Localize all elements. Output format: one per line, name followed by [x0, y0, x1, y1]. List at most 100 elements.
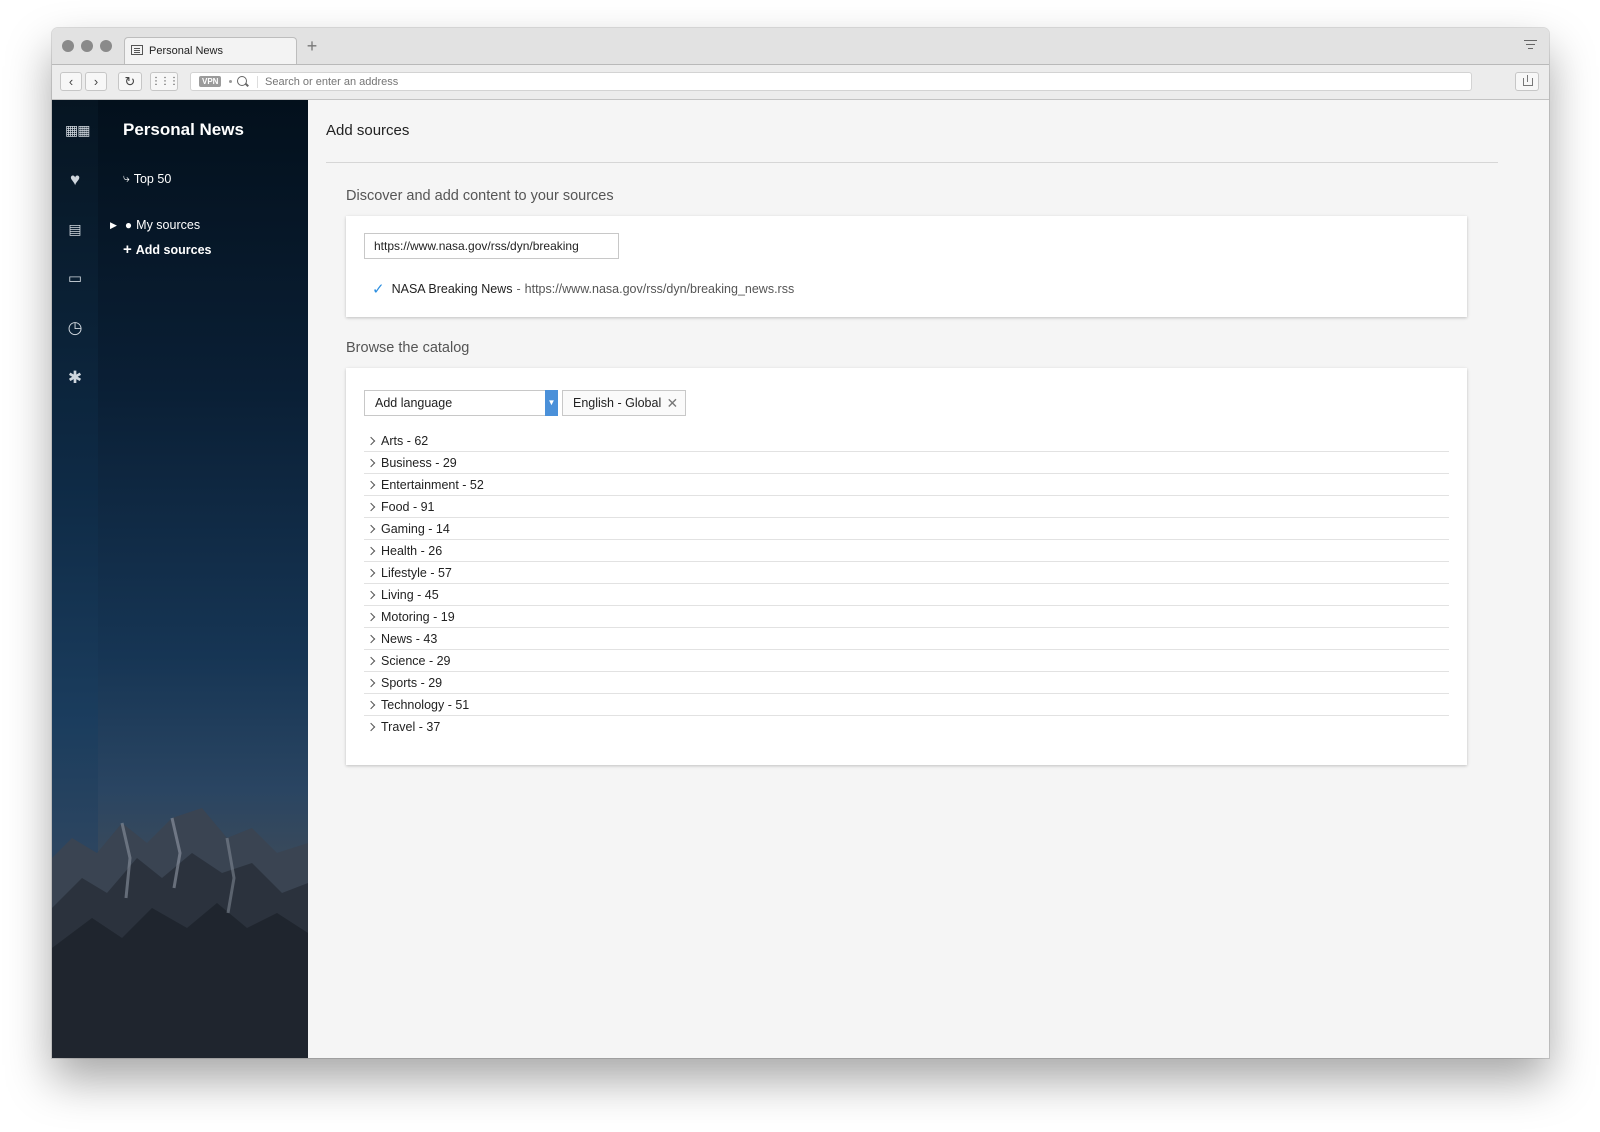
url-field[interactable]: VPN: [190, 72, 1472, 91]
zoom-window-button[interactable]: [100, 40, 112, 52]
history-icon[interactable]: ◷: [65, 318, 85, 338]
category-row[interactable]: Travel - 37: [364, 716, 1449, 738]
mountain-background: [52, 808, 308, 1058]
category-label: Technology - 51: [381, 697, 470, 712]
vpn-status-dot: [229, 80, 232, 83]
share-button[interactable]: [1515, 72, 1539, 91]
speed-dial-icon[interactable]: ▦▦: [65, 120, 90, 140]
grid-icon: ⋮⋮⋮: [151, 76, 179, 87]
sidebar-item-label: Add sources: [135, 242, 212, 257]
category-label: News - 43: [381, 631, 438, 646]
minimize-window-button[interactable]: [81, 40, 93, 52]
category-label: Health - 26: [381, 543, 443, 558]
devices-icon[interactable]: ▭: [65, 269, 85, 289]
forward-button[interactable]: ›: [85, 72, 107, 91]
discover-card: ✓ NASA Breaking News - https://www.nasa.…: [346, 216, 1467, 317]
sidebar-item-my-sources[interactable]: ▶ ● My sources: [110, 218, 200, 232]
chevron-down-icon[interactable]: ▼: [545, 390, 558, 416]
category-label: Gaming - 14: [381, 521, 450, 536]
category-label: Business - 29: [381, 455, 457, 470]
chevron-right-icon: [366, 568, 376, 577]
check-icon: ✓: [372, 281, 385, 298]
chevron-right-icon: [366, 524, 376, 533]
catalog-card: Add language ▼ English - Global ✕ Arts -…: [346, 368, 1467, 765]
address-input[interactable]: [265, 73, 1455, 90]
category-label: Living - 45: [381, 587, 439, 602]
feed-result-url: https://www.nasa.gov/rss/dyn/breaking_ne…: [524, 282, 795, 296]
heart-icon[interactable]: ♥: [65, 170, 85, 190]
caret-right-icon[interactable]: ▶: [110, 220, 117, 231]
back-button[interactable]: ‹: [60, 72, 82, 91]
category-row[interactable]: Business - 29: [364, 452, 1449, 474]
category-label: Food - 91: [381, 499, 435, 514]
chevron-right-icon: [366, 546, 376, 555]
sidebar-item-add-sources[interactable]: + Add sources: [123, 241, 211, 258]
category-row[interactable]: News - 43: [364, 628, 1449, 650]
language-chip-label: English - Global: [573, 396, 662, 410]
reload-button[interactable]: ↻: [118, 72, 142, 91]
category-row[interactable]: Technology - 51: [364, 694, 1449, 716]
category-label: Entertainment - 52: [381, 477, 484, 492]
sidebar-item-label: Top 50: [133, 171, 172, 186]
speed-dial-button[interactable]: ⋮⋮⋮: [150, 72, 179, 91]
tab-bar: Personal News +: [52, 28, 1549, 65]
category-label: Science - 29: [381, 653, 451, 668]
chevron-right-icon: [366, 634, 376, 643]
vpn-badge[interactable]: VPN: [199, 76, 222, 87]
category-row[interactable]: Motoring - 19: [364, 606, 1449, 628]
lightning-icon: ⤷: [123, 171, 130, 185]
sidebar-item-top-50[interactable]: ⤷ Top 50: [123, 171, 171, 186]
tab-personal-news[interactable]: Personal News: [124, 37, 297, 64]
page-title: Add sources: [326, 122, 410, 139]
sidebar-item-label: My sources: [136, 218, 201, 232]
chevron-right-icon: [366, 612, 376, 621]
chevron-right-icon: [366, 722, 376, 732]
reload-icon: ↻: [124, 74, 136, 89]
close-window-button[interactable]: [62, 40, 74, 52]
category-row[interactable]: Science - 29: [364, 650, 1449, 672]
category-label: Sports - 29: [381, 675, 443, 690]
sidebar-title: Personal News: [123, 120, 244, 139]
category-label: Motoring - 19: [381, 609, 455, 624]
extensions-icon[interactable]: ✱: [65, 368, 85, 388]
category-label: Lifestyle - 57: [381, 565, 452, 580]
chevron-right-icon: ›: [93, 74, 99, 89]
category-row[interactable]: Entertainment - 52: [364, 474, 1449, 496]
tab-menu-icon[interactable]: [1524, 40, 1537, 50]
chevron-right-icon: [366, 458, 376, 467]
category-row[interactable]: Sports - 29: [364, 672, 1449, 694]
category-label: Travel - 37: [381, 720, 441, 734]
main-content: Add sources Discover and add content to …: [308, 100, 1549, 1058]
new-tab-button[interactable]: +: [302, 36, 322, 57]
tab-title: Personal News: [149, 45, 223, 57]
news-icon[interactable]: ▤: [65, 219, 85, 239]
category-row[interactable]: Living - 45: [364, 584, 1449, 606]
feed-result-name: NASA Breaking News: [391, 282, 513, 296]
plus-icon: +: [123, 241, 132, 258]
search-icon: [237, 76, 247, 86]
chevron-right-icon: [366, 480, 376, 489]
category-row[interactable]: Gaming - 14: [364, 518, 1449, 540]
catalog-heading: Browse the catalog: [346, 340, 470, 356]
language-select[interactable]: Add language ▼: [364, 390, 558, 416]
category-row[interactable]: Lifestyle - 57: [364, 562, 1449, 584]
category-label: Arts - 62: [381, 433, 429, 448]
category-list: Arts - 62 Business - 29 Entertainment - 52…: [364, 430, 1449, 738]
chevron-right-icon: [366, 656, 376, 665]
feed-result[interactable]: ✓ NASA Breaking News - https://www.nasa.…: [372, 280, 794, 298]
browser-window: Personal News + ‹ › ↻ ⋮⋮⋮ VPN ▦▦ ♥ ▤ ▭ ◷…: [52, 28, 1549, 1058]
chevron-right-icon: [366, 678, 376, 687]
close-icon[interactable]: ✕: [667, 391, 679, 415]
feed-url-input[interactable]: [364, 233, 619, 259]
news-icon: [131, 45, 143, 55]
language-chip: English - Global ✕: [562, 390, 687, 416]
discover-heading: Discover and add content to your sources: [346, 188, 614, 204]
address-bar: ‹ › ↻ ⋮⋮⋮ VPN: [52, 65, 1549, 100]
category-row[interactable]: Health - 26: [364, 540, 1449, 562]
category-row[interactable]: Arts - 62: [364, 430, 1449, 452]
sidebar-panel: Personal News ⤷ Top 50 ▶ ● My sources + …: [52, 100, 308, 1058]
user-icon: ●: [124, 218, 133, 232]
category-row[interactable]: Food - 91: [364, 496, 1449, 518]
feed-result-separator: -: [516, 282, 521, 296]
chevron-right-icon: [366, 590, 376, 599]
